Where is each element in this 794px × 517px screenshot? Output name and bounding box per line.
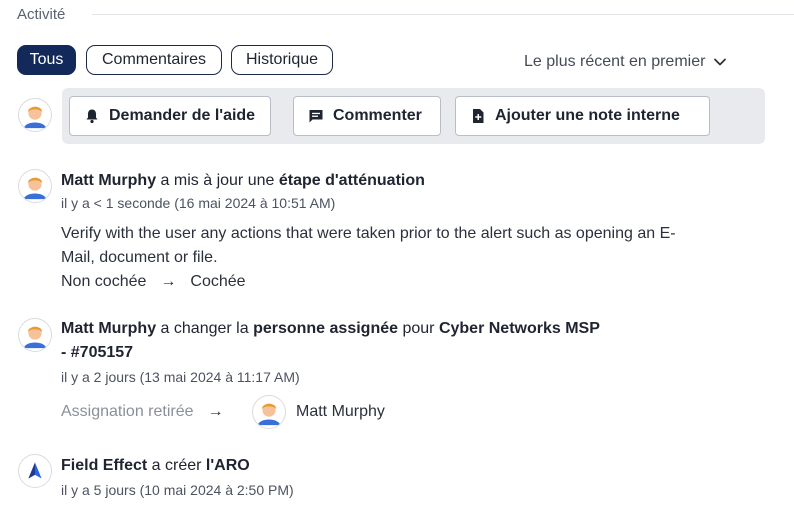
arrow-right-icon: → bbox=[160, 273, 177, 290]
comment-button[interactable]: Commenter bbox=[293, 96, 441, 136]
entry-verb: a créer bbox=[147, 457, 206, 474]
add-internal-note-button[interactable]: Ajouter une note interne bbox=[455, 96, 710, 136]
status-to: Cochée bbox=[190, 273, 246, 290]
entry-target[interactable]: Cyber Networks MSP bbox=[439, 320, 600, 337]
add-internal-note-label: Ajouter une note interne bbox=[495, 107, 680, 124]
sort-label: Le plus récent en premier bbox=[524, 53, 706, 70]
entry-preposition: pour bbox=[398, 320, 439, 337]
description-line: Mail, document or file. bbox=[61, 249, 218, 266]
entry-object: personne assignée bbox=[253, 320, 399, 337]
entry-timestamp: il y a 2 jours (13 mai 2024 à 11:17 AM) bbox=[61, 369, 300, 385]
entry-object: l'ARO bbox=[205, 457, 250, 474]
note-add-icon bbox=[473, 109, 484, 123]
action-bar: Demander de l'aide Commenter Ajouter une… bbox=[62, 88, 765, 144]
ask-help-button[interactable]: Demander de l'aide bbox=[69, 96, 271, 136]
entry-verb: a mis à jour une bbox=[156, 172, 279, 189]
sort-dropdown[interactable]: Le plus récent en premier bbox=[524, 53, 727, 71]
filter-all-button[interactable]: Tous bbox=[17, 45, 76, 75]
bell-icon bbox=[86, 109, 98, 124]
description-line: Verify with the user any actions that we… bbox=[61, 225, 676, 242]
actor-name[interactable]: Matt Murphy bbox=[61, 320, 156, 337]
filter-comments-button[interactable]: Commentaires bbox=[86, 45, 222, 75]
assignment-change: Assignation retirée → bbox=[61, 400, 238, 424]
assignment-from: Assignation retirée bbox=[61, 403, 194, 420]
actor-name[interactable]: Matt Murphy bbox=[61, 172, 156, 189]
avatar bbox=[18, 169, 52, 203]
comment-icon bbox=[309, 110, 323, 123]
arrow-right-icon: → bbox=[207, 403, 224, 420]
field-effect-logo bbox=[18, 454, 52, 488]
entry-timestamp: il y a 5 jours (10 mai 2024 à 2:50 PM) bbox=[61, 482, 294, 498]
activity-entry-title: Field Effect a créer l'ARO bbox=[61, 454, 250, 478]
activity-header: Activité bbox=[17, 6, 794, 26]
actor-name[interactable]: Field Effect bbox=[61, 457, 147, 474]
current-user-avatar bbox=[18, 98, 52, 132]
entry-object: étape d'atténuation bbox=[278, 172, 425, 189]
ask-help-label: Demander de l'aide bbox=[109, 107, 256, 124]
divider bbox=[92, 14, 794, 15]
activity-entry-title: Matt Murphy a changer la personne assign… bbox=[61, 317, 661, 365]
assignee-name: Matt Murphy bbox=[296, 403, 385, 420]
chevron-down-icon bbox=[714, 58, 727, 66]
comment-label: Commenter bbox=[333, 107, 422, 124]
entry-target-id[interactable]: - #705157 bbox=[61, 344, 133, 361]
section-title: Activité bbox=[17, 6, 66, 23]
status-from: Non cochée bbox=[61, 273, 147, 290]
activity-entry-title: Matt Murphy a mis à jour une étape d'att… bbox=[61, 169, 425, 193]
avatar bbox=[18, 318, 52, 352]
filter-history-button[interactable]: Historique bbox=[231, 45, 333, 75]
assignee-avatar bbox=[252, 395, 286, 429]
entry-timestamp: il y a < 1 seconde (16 mai 2024 à 10:51 … bbox=[61, 195, 336, 211]
entry-verb: a changer la bbox=[156, 320, 254, 337]
status-change: Non cochée → Cochée bbox=[61, 270, 676, 294]
entry-description: Verify with the user any actions that we… bbox=[61, 222, 676, 294]
